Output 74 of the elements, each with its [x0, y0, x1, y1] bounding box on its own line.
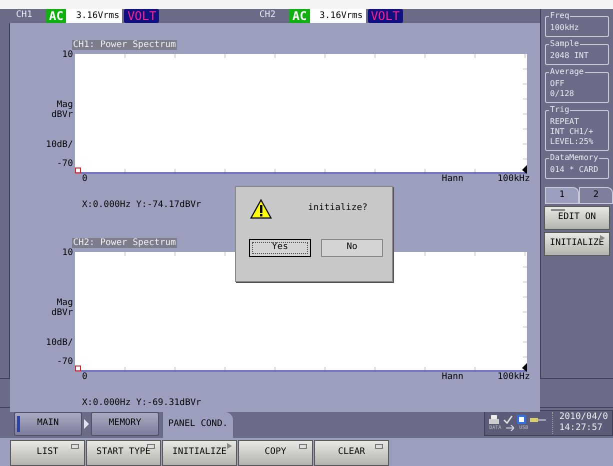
- axis-label: 10dB/: [46, 338, 73, 348]
- page-tab[interactable]: 2: [579, 187, 613, 203]
- side-button[interactable]: EDIT ON: [544, 206, 610, 230]
- group-value: 0/128: [550, 89, 576, 99]
- cursor-marker: [75, 366, 81, 372]
- check-icon: [503, 415, 514, 424]
- menu-icon: [299, 444, 307, 449]
- channel-label: CH2: [259, 9, 277, 22]
- group-value: INT CH1/+: [550, 127, 594, 137]
- group-value: 014 * CARD: [550, 165, 600, 175]
- group-value: 2048 INT: [550, 51, 590, 61]
- plug-icon: [530, 416, 546, 422]
- nav-tab[interactable]: MEMORY: [91, 412, 159, 436]
- range-field: 3.16Vrms: [310, 9, 366, 23]
- nav-tab[interactable]: MAIN: [14, 412, 82, 436]
- axis-label: Mag: [56, 100, 73, 110]
- marker-icon: [522, 363, 527, 372]
- cursor-marker: [75, 168, 81, 174]
- axis-label: 10dB/: [46, 140, 73, 150]
- axis-label: Mag: [56, 298, 73, 308]
- dialog-button[interactable]: No: [321, 239, 383, 257]
- window-label: Hann: [442, 372, 464, 383]
- marker-icon: [522, 165, 527, 174]
- chart-title: CH2: Power Spectrum: [72, 238, 177, 248]
- unit-badge: VOLT: [368, 9, 403, 23]
- chart-title: CH1: Power Spectrum: [72, 40, 177, 50]
- status-date: 2010/04/0: [559, 412, 608, 423]
- axis-label: 100kHz: [497, 174, 530, 185]
- menu-icon: [71, 444, 79, 449]
- group-title: Trig: [549, 105, 570, 115]
- card-icon: [517, 415, 526, 424]
- warning-icon: [250, 199, 272, 219]
- coupling-badge: AC: [46, 9, 66, 23]
- function-key[interactable]: LIST: [10, 440, 85, 466]
- cursor-readout: X:0.000Hz Y:-69.31dBVr: [82, 398, 202, 408]
- group-value: LEVEL:25%: [550, 137, 594, 147]
- axis-label: -70: [56, 159, 73, 169]
- arrow-icon: [227, 443, 232, 449]
- function-key[interactable]: CLEAR: [314, 440, 389, 466]
- unit-badge: VOLT: [124, 9, 160, 23]
- group-title: Sample: [549, 39, 580, 49]
- nav-tab[interactable]: PANEL COND.: [163, 412, 233, 438]
- channel-label: CH1: [16, 9, 34, 22]
- axis-label: 0: [82, 174, 88, 185]
- group-title: Freq: [549, 11, 570, 21]
- status-time: 14:27:57: [559, 423, 604, 434]
- group-title: Average: [549, 67, 585, 77]
- dialog-message: initialize?: [308, 202, 368, 216]
- group-title: DataMemory: [549, 153, 600, 163]
- axis-label: 10: [62, 248, 73, 258]
- axis-label: 10: [62, 50, 73, 60]
- range-field: 3.16Vrms: [66, 9, 122, 23]
- coupling-badge: AC: [289, 9, 310, 23]
- group-value: REPEAT: [550, 117, 580, 127]
- function-key[interactable]: INITIALIZE: [162, 440, 237, 466]
- page-tab[interactable]: 1: [545, 187, 579, 203]
- menu-icon: [147, 444, 155, 449]
- axis-label: 0: [82, 372, 88, 383]
- function-key[interactable]: COPY: [238, 440, 313, 466]
- indicator-icon: [551, 209, 565, 211]
- cursor-readout: X:0.000Hz Y:-74.17dBVr: [82, 200, 202, 210]
- group-value: OFF: [550, 79, 566, 89]
- menu-icon: [375, 444, 383, 449]
- axis-label: dBVr: [51, 110, 73, 120]
- axis-label: 100kHz: [497, 372, 530, 383]
- axis-label: -70: [56, 357, 73, 367]
- function-key[interactable]: START TYPE: [86, 440, 161, 466]
- dialog-button[interactable]: Yes: [249, 239, 311, 257]
- axis-label: dBVr: [51, 308, 73, 318]
- printer-icon: [489, 415, 500, 424]
- group-value: 100kHz: [550, 23, 580, 33]
- transfer-icon: [506, 425, 514, 431]
- side-button[interactable]: INITIALIZE: [544, 232, 610, 256]
- window-label: Hann: [442, 174, 464, 185]
